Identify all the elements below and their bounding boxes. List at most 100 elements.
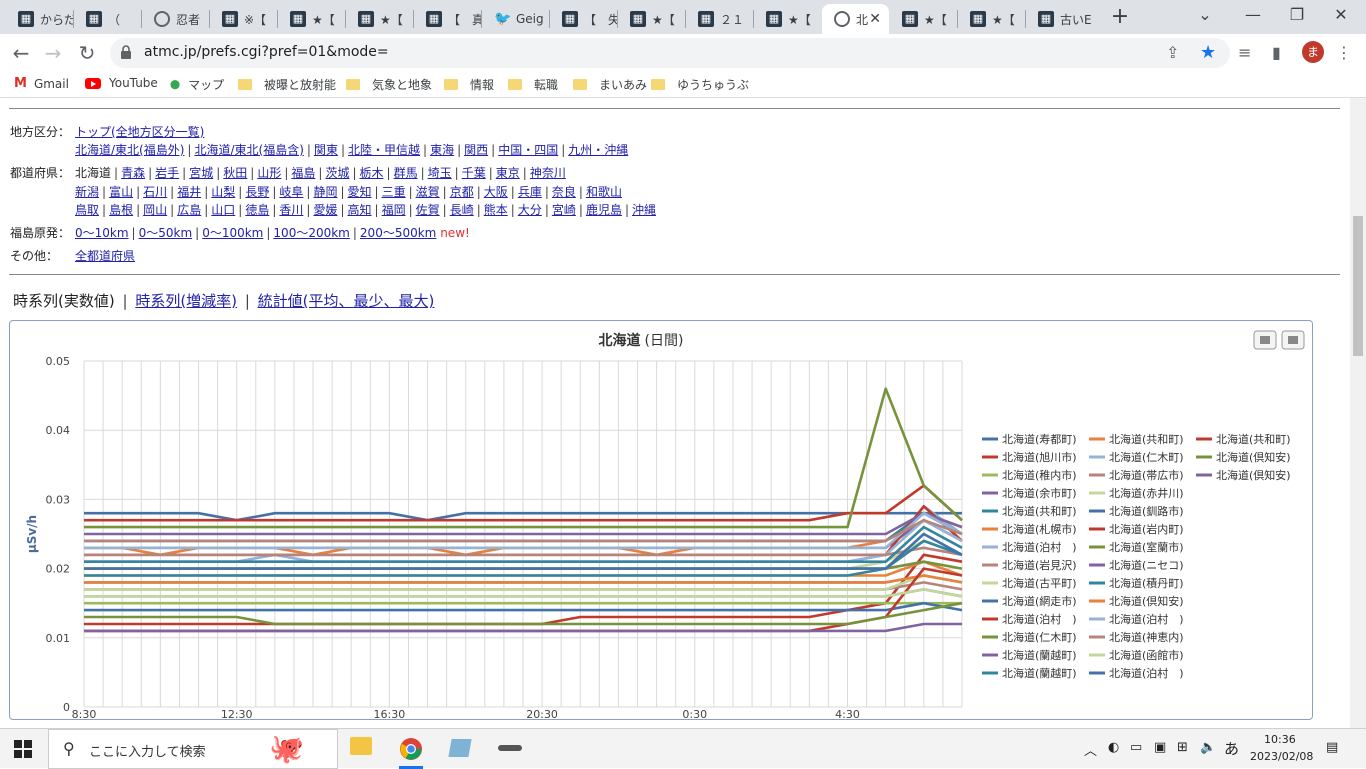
- fukushima-range-link[interactable]: 0〜50km: [139, 226, 193, 240]
- menu-icon[interactable]: ⋮: [1336, 43, 1352, 62]
- notification-icon[interactable]: ▤: [1326, 740, 1338, 755]
- pref-link[interactable]: 岩手: [155, 166, 179, 180]
- pref-link[interactable]: 三重: [382, 185, 406, 199]
- bookmark-folder[interactable]: 転職: [508, 76, 558, 93]
- pref-link[interactable]: 徳島: [245, 203, 269, 217]
- pref-link[interactable]: 新潟: [75, 185, 99, 199]
- region-link[interactable]: 東海: [430, 143, 454, 157]
- reading-list-icon[interactable]: ≡: [1238, 43, 1251, 62]
- browser-tab[interactable]: ▦ ★【: [618, 4, 685, 34]
- tray-icon[interactable]: ⊞: [1177, 740, 1188, 755]
- region-link[interactable]: 関東: [314, 143, 338, 157]
- browser-tab[interactable]: ▦ ★【: [346, 4, 413, 34]
- pref-link[interactable]: 石川: [143, 185, 167, 199]
- pref-link[interactable]: 東京: [496, 166, 520, 180]
- page-scrollbar[interactable]: [1350, 98, 1366, 728]
- browser-tab[interactable]: ▦ からだ: [6, 4, 73, 34]
- address-bar[interactable]: atmc.jp/prefs.cgi?pref=01&mode= ⇪ ★: [110, 38, 1230, 68]
- share-icon[interactable]: ⇪: [1166, 43, 1179, 62]
- legend-item[interactable]: 北海道(倶知安): [1196, 450, 1291, 464]
- legend-item[interactable]: 北海道(網走市): [982, 594, 1077, 608]
- pref-link[interactable]: 福井: [177, 185, 201, 199]
- pref-link[interactable]: 山口: [211, 203, 235, 217]
- browser-tab[interactable]: 北 ✕: [822, 4, 889, 34]
- pref-link[interactable]: 愛知: [348, 185, 372, 199]
- pref-link[interactable]: 長野: [245, 185, 269, 199]
- browser-tab[interactable]: 🐦 Geig: [482, 4, 549, 34]
- scrollbar-thumb[interactable]: [1353, 216, 1363, 356]
- browser-tab[interactable]: ▦ ★【: [278, 4, 345, 34]
- bookmark-star-icon[interactable]: ★: [1200, 42, 1216, 63]
- legend-item[interactable]: 北海道(泊村 ): [1089, 666, 1184, 680]
- pref-link[interactable]: 長崎: [450, 203, 474, 217]
- legend-item[interactable]: 北海道(共和町): [982, 504, 1077, 518]
- region-link[interactable]: 北陸・甲信越: [348, 143, 420, 157]
- pref-link[interactable]: 沖縄: [632, 203, 656, 217]
- clock-time[interactable]: 10:36: [1264, 733, 1296, 746]
- legend-item[interactable]: 北海道(泊村 ): [982, 612, 1077, 626]
- pref-link[interactable]: 山梨: [211, 185, 235, 199]
- legend-item[interactable]: 北海道(倶知安): [1089, 594, 1184, 608]
- pref-link[interactable]: 岡山: [143, 203, 167, 217]
- pref-link[interactable]: 山形: [257, 166, 281, 180]
- pref-link[interactable]: 鳥取: [75, 203, 99, 217]
- app-icon[interactable]: [448, 739, 472, 757]
- legend-item[interactable]: 北海道(札幌市): [982, 522, 1077, 536]
- tab-search-chevron-icon[interactable]: ⌄: [1182, 4, 1228, 28]
- browser-tab[interactable]: ▦ 【 真: [414, 4, 481, 34]
- legend-item[interactable]: 北海道(寿都町): [982, 432, 1077, 446]
- pref-link[interactable]: 群馬: [394, 166, 418, 180]
- legend-item[interactable]: 北海道(積丹町): [1089, 576, 1184, 590]
- back-icon[interactable]: ←: [6, 38, 36, 68]
- bookmark-youtube[interactable]: YouTube: [85, 76, 158, 90]
- tray-icon[interactable]: ◐: [1108, 740, 1119, 755]
- legend-item[interactable]: 北海道(泊村 ): [982, 540, 1077, 554]
- pref-link[interactable]: 熊本: [484, 203, 508, 217]
- legend-item[interactable]: 北海道(蘭越町): [982, 666, 1077, 680]
- fukushima-range-link[interactable]: 0〜100km: [202, 226, 263, 240]
- region-link[interactable]: 関西: [464, 143, 488, 157]
- all-prefs-link[interactable]: 全都道府県: [75, 249, 135, 263]
- pref-link[interactable]: 秋田: [223, 166, 247, 180]
- region-link[interactable]: 北海道/東北(福島含): [194, 143, 303, 157]
- pref-link[interactable]: 大分: [518, 203, 542, 217]
- fukushima-range-link[interactable]: 0〜10km: [75, 226, 129, 240]
- windows-start-icon[interactable]: [14, 740, 32, 758]
- window-close-button[interactable]: ✕: [1318, 4, 1364, 28]
- tray-chevron-icon[interactable]: ︿: [1084, 740, 1097, 759]
- bookmark-folder[interactable]: 気象と地象: [346, 76, 432, 93]
- tab-statistics[interactable]: 統計値(平均、最少、最大): [258, 292, 435, 310]
- fukushima-range-link[interactable]: 100〜200km: [273, 226, 349, 240]
- ime-indicator[interactable]: あ: [1224, 738, 1239, 759]
- pref-link[interactable]: 宮城: [189, 166, 213, 180]
- pref-link[interactable]: 神奈川: [530, 166, 566, 180]
- tab-change-rate[interactable]: 時系列(増減率): [135, 292, 237, 310]
- tray-icon[interactable]: ▭: [1130, 740, 1142, 755]
- fukushima-range-link[interactable]: 200〜500km: [360, 226, 436, 240]
- bookmark-maps[interactable]: ⬤ マップ: [170, 76, 224, 93]
- tab-close-icon[interactable]: ✕: [869, 11, 881, 27]
- pref-link[interactable]: 高知: [348, 203, 372, 217]
- pref-link[interactable]: 愛媛: [313, 203, 337, 217]
- pref-link[interactable]: 広島: [177, 203, 201, 217]
- legend-item[interactable]: 北海道(函館市): [1089, 648, 1184, 662]
- legend-item[interactable]: 北海道(帯広市): [1089, 468, 1184, 482]
- pref-link[interactable]: 和歌山: [586, 185, 622, 199]
- url-text[interactable]: atmc.jp/prefs.cgi?pref=01&mode=: [144, 44, 389, 60]
- pref-link[interactable]: 青森: [121, 166, 145, 180]
- legend-item[interactable]: 北海道(泊村 ): [1089, 612, 1184, 626]
- browser-tab[interactable]: ▦ 古いE: [1026, 4, 1093, 34]
- legend-item[interactable]: 北海道(共和町): [1196, 432, 1291, 446]
- legend-item[interactable]: 北海道(ニセコ): [1089, 558, 1184, 572]
- legend-item[interactable]: 北海道(神恵内): [1089, 630, 1184, 644]
- bookmark-folder[interactable]: 被曝と放射能: [238, 76, 336, 93]
- region-top-link[interactable]: トップ(全地方区分一覧): [75, 125, 204, 139]
- volume-icon[interactable]: 🔈: [1200, 740, 1216, 755]
- browser-tab[interactable]: ▦ ★【: [958, 4, 1025, 34]
- browser-tab[interactable]: ▦ （: [74, 4, 141, 34]
- bookmark-folder[interactable]: まいあみ: [573, 76, 647, 93]
- legend-item[interactable]: 北海道(赤井川): [1089, 486, 1184, 500]
- bookmark-folder[interactable]: 情報: [444, 76, 494, 93]
- pref-link[interactable]: 茨城: [325, 166, 349, 180]
- pref-link[interactable]: 島根: [109, 203, 133, 217]
